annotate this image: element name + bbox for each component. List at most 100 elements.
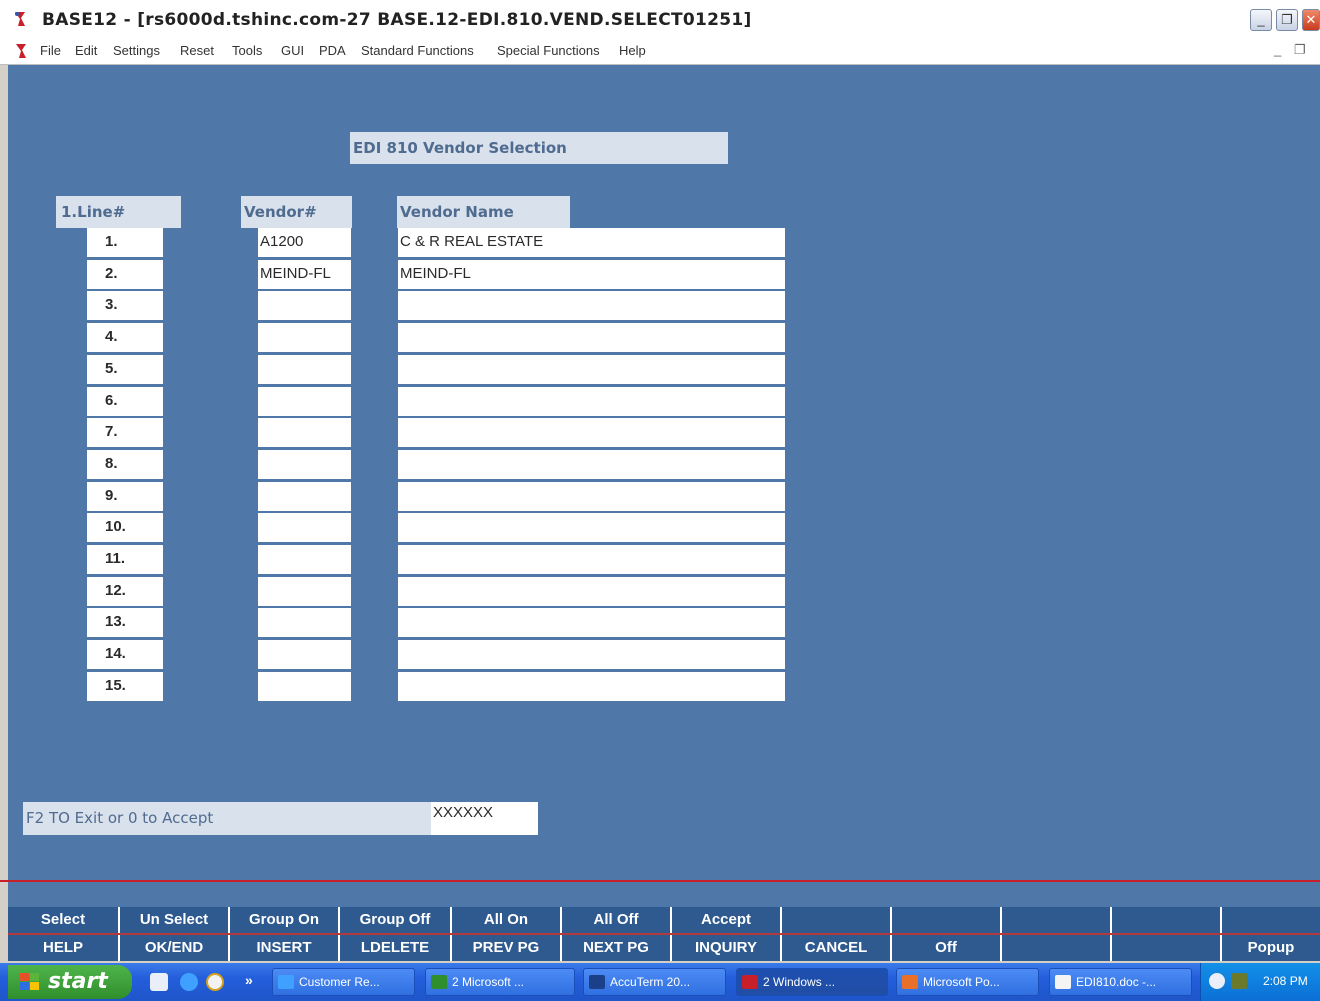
line-number: 9. [87,482,163,511]
fkey-bottom-1[interactable]: HELP [8,935,120,961]
menu-file[interactable]: File [40,43,61,58]
close-button[interactable]: ✕ [1302,9,1320,31]
vendor-field[interactable] [258,545,351,574]
fkey-bottom-10[interactable] [1002,935,1112,961]
task-word[interactable]: EDI810.doc -... [1049,968,1192,996]
vendor-name-field[interactable] [398,672,785,701]
vendor-field[interactable] [258,387,351,416]
show-desktop-icon[interactable] [150,973,168,991]
fkey-top-9[interactable] [892,907,1002,933]
line-number: 8. [87,450,163,479]
task-windows[interactable]: 2 Windows ... [736,968,888,996]
menu-settings[interactable]: Settings [113,43,160,58]
start-button[interactable]: start [8,965,132,999]
vendor-name-field[interactable] [398,608,785,637]
vendor-name-field[interactable] [398,577,785,606]
fkey-bottom-4[interactable]: LDELETE [340,935,452,961]
task-accuterm[interactable]: AccuTerm 20... [583,968,726,996]
vendor-name-field[interactable] [398,482,785,511]
fkey-top-8[interactable] [782,907,892,933]
vendor-name-field[interactable]: C & R REAL ESTATE [398,228,785,257]
minimize-button[interactable]: _ [1250,9,1272,31]
system-tray: 2:08 PM [1200,963,1320,1001]
line-number: 10. [87,513,163,542]
fkey-top-4[interactable]: Group Off [340,907,452,933]
menu-help[interactable]: Help [619,43,646,58]
vendor-field[interactable] [258,608,351,637]
clock: 2:08 PM [1263,974,1308,988]
menu-pda[interactable]: PDA [319,43,346,58]
vendor-field[interactable] [258,513,351,542]
fkey-bottom-7[interactable]: INQUIRY [672,935,782,961]
vendor-name-field[interactable] [398,418,785,447]
task-label: EDI810.doc -... [1076,975,1157,989]
vendor-field[interactable]: MEIND-FL [258,260,351,289]
fkey-bottom-12[interactable]: Popup [1222,935,1320,961]
vendor-field[interactable]: A1200 [258,228,351,257]
fkey-top-1[interactable]: Select [8,907,120,933]
tray-icon[interactable] [1209,973,1225,989]
mdi-restore-button[interactable]: ❐ [1294,42,1306,58]
vendor-name-field[interactable] [398,640,785,669]
vendor-field[interactable] [258,672,351,701]
start-label: start [48,969,108,994]
vendor-name-field[interactable] [398,323,785,352]
vendor-name-field[interactable] [398,291,785,320]
task-customer[interactable]: Customer Re... [272,968,415,996]
vendor-name-field[interactable] [398,513,785,542]
fkey-bottom-5[interactable]: PREV PG [452,935,562,961]
vendor-name-field[interactable] [398,545,785,574]
fkey-bottom-11[interactable] [1112,935,1222,961]
menu-edit[interactable]: Edit [75,43,97,58]
vendor-field[interactable] [258,323,351,352]
fkey-top-11[interactable] [1112,907,1222,933]
fkey-bottom-8[interactable]: CANCEL [782,935,892,961]
fkey-top-5[interactable]: All On [452,907,562,933]
menu-tools[interactable]: Tools [232,43,262,58]
function-key-bar: Select Un Select Group On Group Off All On Al… [8,907,1320,961]
prompt-input[interactable]: XXXXXX [431,802,538,835]
task-microsoft-excel[interactable]: 2 Microsoft ... [425,968,575,996]
line-number: 2. [87,260,163,289]
menu-bar: File Edit Settings Reset Tools GUI PDA S… [0,38,1320,65]
vendor-name-field[interactable] [398,387,785,416]
menu-standard-functions[interactable]: Standard Functions [361,43,474,58]
fkey-top-7[interactable]: Accept [672,907,782,933]
vendor-field[interactable] [258,482,351,511]
fkey-top-6[interactable]: All Off [562,907,672,933]
task-powerpoint[interactable]: Microsoft Po... [896,968,1039,996]
restore-button[interactable]: ❐ [1276,9,1298,31]
fkey-top-3[interactable]: Group On [230,907,340,933]
windows-icon [742,975,758,989]
app-icon [15,12,25,26]
vendor-name-field[interactable]: MEIND-FL [398,260,785,289]
media-player-icon[interactable] [206,973,224,991]
fkey-bottom-2[interactable]: OK/END [120,935,230,961]
fkey-top-12[interactable] [1222,907,1320,933]
fkey-top-2[interactable]: Un Select [120,907,230,933]
ie-icon [278,975,294,989]
prompt-label: F2 TO Exit or 0 to Accept [23,802,433,835]
fkey-bottom-3[interactable]: INSERT [230,935,340,961]
mdi-minimize-button[interactable]: _ [1274,42,1281,57]
fkey-bottom-9[interactable]: Off [892,935,1002,961]
vendor-field[interactable] [258,418,351,447]
fkey-bottom-6[interactable]: NEXT PG [562,935,672,961]
vendor-name-field[interactable] [398,355,785,384]
vendor-field[interactable] [258,640,351,669]
vendor-field[interactable] [258,450,351,479]
window-title: BASE12 - [rs6000d.tshinc.com-27 BASE.12-… [42,10,752,30]
quicklaunch-more-icon[interactable]: » [245,972,253,988]
tray-icon[interactable] [1231,973,1247,989]
divider-line [0,880,1320,882]
vendor-field[interactable] [258,291,351,320]
ie-quicklaunch-icon[interactable] [180,973,198,991]
vendor-field[interactable] [258,355,351,384]
document-icon [16,44,26,58]
menu-gui[interactable]: GUI [281,43,304,58]
menu-special-functions[interactable]: Special Functions [497,43,600,58]
fkey-top-10[interactable] [1002,907,1112,933]
menu-reset[interactable]: Reset [180,43,214,58]
vendor-name-field[interactable] [398,450,785,479]
vendor-field[interactable] [258,577,351,606]
